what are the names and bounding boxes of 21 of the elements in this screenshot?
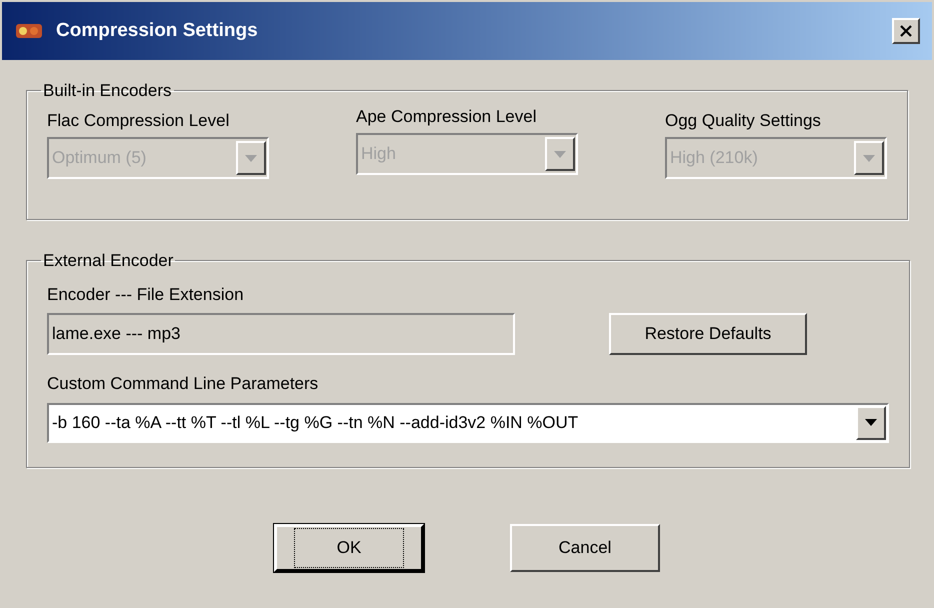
field-label: Encoder --- File Extension xyxy=(47,284,245,306)
combo-value: -b 160 --ta %A --tt %T --tl %L --tg %G --tn %N --add-id3v2 %IN %OUT xyxy=(51,412,580,434)
dropdown-arrow-icon xyxy=(245,154,257,162)
group-label: Built-in Encoders xyxy=(42,80,173,102)
close-icon xyxy=(900,25,912,37)
parameters-combo[interactable]: -b 160 --ta %A --tt %T --tl %L --tg %G --tn %N --add-id3v2 %IN %OUT xyxy=(47,402,889,442)
dialog-button[interactable]: OK xyxy=(274,524,424,572)
select-label: Ogg Quality Settings xyxy=(665,110,821,132)
dropdown-arrow-icon xyxy=(554,150,566,158)
dropdown-arrow-icon xyxy=(863,154,875,162)
dropdown-button[interactable] xyxy=(856,406,886,440)
select-label: Flac Compression Level xyxy=(47,110,230,132)
dialog-button[interactable]: Cancel xyxy=(510,524,660,572)
group-label: External Encoder xyxy=(42,250,174,272)
dropdown-arrow-icon xyxy=(865,419,877,426)
restore-defaults-button[interactable]: Restore Defaults xyxy=(609,313,807,355)
field-label: Custom Command Line Parameters xyxy=(47,373,320,395)
close-button[interactable] xyxy=(892,18,920,44)
window-title: Compression Settings xyxy=(56,18,258,43)
select-label: Ape Compression Level xyxy=(356,106,536,128)
encoder-field[interactable]: lame.exe --- mp3 xyxy=(47,313,515,355)
